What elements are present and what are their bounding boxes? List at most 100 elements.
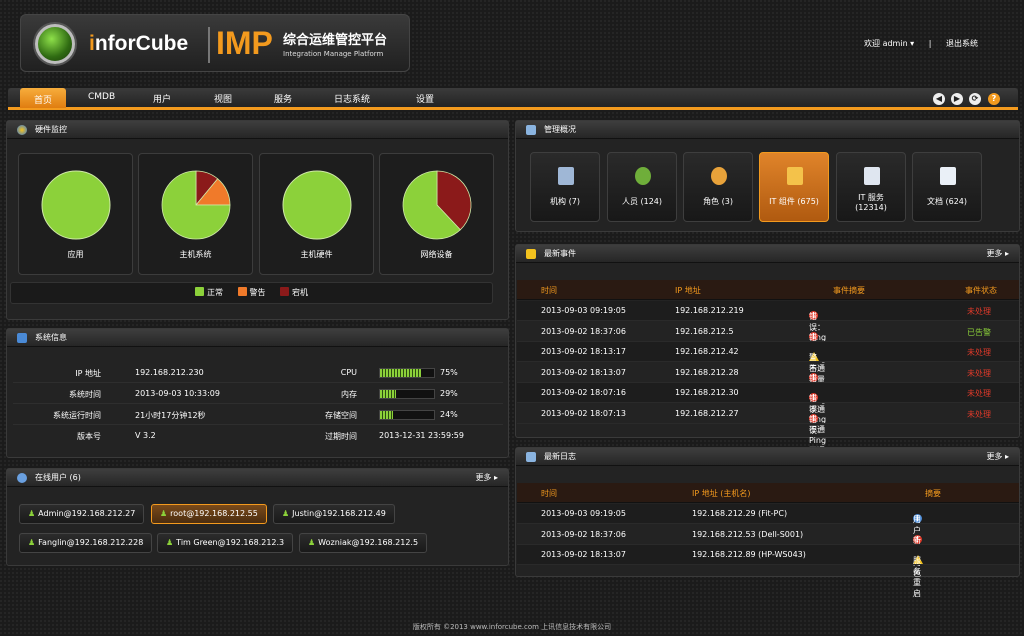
event-time: 2013-09-02 18:37:06 bbox=[541, 326, 626, 336]
event-ip: 192.168.212.27 bbox=[675, 409, 739, 418]
nav-home[interactable]: 首页 bbox=[20, 88, 67, 108]
event-ip: 192.168.212.5 bbox=[675, 326, 734, 336]
log-time: 2013-09-02 18:13:07 bbox=[541, 550, 626, 560]
service-doc-icon bbox=[864, 167, 880, 185]
boxes-icon bbox=[787, 167, 803, 185]
online-user[interactable]: ♟ root@192.168.212.55 bbox=[151, 504, 267, 524]
column-header: 事件摘要 bbox=[833, 286, 865, 295]
nav-settings[interactable]: 设置 bbox=[416, 92, 434, 105]
pie-label: 网络设备 bbox=[420, 250, 453, 259]
panel-title: 最新事件 bbox=[544, 249, 576, 258]
pie-label: 应用 bbox=[67, 250, 84, 259]
online-user[interactable]: ♟ Justin@192.168.212.49 bbox=[273, 504, 395, 524]
event-row[interactable]: 2013-09-02 18:07:13 192.168.212.27! 错误：Pin… bbox=[517, 404, 1019, 455]
pie-card[interactable]: 主机硬件 bbox=[259, 153, 374, 275]
overview-org[interactable]: 机构 (7) bbox=[530, 152, 600, 222]
pie-slice-normal bbox=[41, 170, 111, 240]
footer-copyright: 版权所有 ©2013 www.inforcube.com 上讯信息技术有限公司 bbox=[412, 623, 612, 631]
arrow-left-icon[interactable]: ◀ bbox=[933, 93, 945, 105]
event-row[interactable]: 2013-09-02 18:13:07192.168.212.28!错误：Pin… bbox=[517, 363, 1019, 414]
logout-link[interactable]: 退出系统 bbox=[946, 39, 978, 48]
info-key: 系统运行时间 bbox=[53, 411, 101, 420]
log-time: 2013-09-02 18:37:06 bbox=[541, 529, 626, 539]
arrow-right-icon[interactable]: ▶ bbox=[951, 93, 963, 105]
help-icon[interactable]: ? bbox=[988, 93, 1000, 105]
nav-services[interactable]: 服务 bbox=[274, 92, 292, 105]
nav-cmdb[interactable]: CMDB bbox=[88, 92, 115, 102]
nav-log-system[interactable]: 日志系统 bbox=[334, 92, 370, 105]
column-header: IP 地址 (主机名) bbox=[692, 489, 751, 498]
overview-roles[interactable]: 角色 (3) bbox=[683, 152, 753, 222]
overview-label: 文档 (624) bbox=[926, 197, 968, 206]
event-status: 未处理 bbox=[967, 307, 991, 316]
panel-header: 系统信息 bbox=[7, 329, 508, 347]
cpu-usage-bar bbox=[379, 368, 435, 378]
log-row[interactable]: 2013-09-02 18:13:07 192.168.212.89 (HP-WS… bbox=[517, 545, 1019, 598]
main-nav: 首页 CMDB 用户 视图 服务 日志系统 设置 ◀ ▶ ⟳ ? bbox=[8, 88, 1018, 110]
column-header: 事件状态 bbox=[965, 286, 997, 295]
more-link[interactable]: 更多 ▸ bbox=[986, 245, 1009, 263]
event-ip: 192.168.212.30 bbox=[675, 388, 739, 398]
medal-icon bbox=[711, 167, 727, 185]
event-row[interactable]: 2013-09-02 18:13:17192.168.212.42警告：容量异常… bbox=[517, 342, 1019, 395]
pie-label: 主机系统 bbox=[179, 250, 212, 259]
document-icon bbox=[940, 167, 956, 185]
online-users-panel: 在线用户 (6) 更多 ▸ ♟ Admin@192.168.212.27 ♟ roo… bbox=[6, 468, 509, 566]
nav-views[interactable]: 视图 bbox=[214, 92, 232, 105]
header-divider: | bbox=[928, 39, 932, 48]
panel-title: 系统信息 bbox=[35, 333, 67, 342]
system-icon bbox=[17, 333, 27, 343]
more-link[interactable]: 更多 ▸ bbox=[475, 469, 498, 487]
log-ip: 192.168.212.53 (Dell-S001) bbox=[692, 529, 804, 539]
event-time: 2013-09-02 18:13:17 bbox=[541, 347, 626, 357]
log-row[interactable]: 2013-09-03 09:19:05 192.168.212.29 (Fit-P… bbox=[517, 504, 1019, 557]
users-icon bbox=[17, 473, 27, 483]
column-header: IP 地址 bbox=[675, 286, 701, 295]
info-value: 2013-12-31 23:59:59 bbox=[379, 431, 464, 440]
event-status: 未处理 bbox=[967, 410, 991, 419]
online-user[interactable]: ♟ Admin@192.168.212.27 bbox=[19, 504, 145, 524]
info-key: 过期时间 bbox=[325, 432, 357, 441]
legend-down: 宕机 bbox=[280, 283, 308, 303]
logo: inforCube IMP 综合运维管控平台 Integration Manag… bbox=[20, 14, 410, 72]
panel-header: 最新日志 更多 ▸ bbox=[516, 448, 1019, 466]
info-key: 存储空间 bbox=[325, 411, 357, 420]
info-key: 内存 bbox=[341, 390, 357, 399]
panel-title: 在线用户 (6) bbox=[35, 473, 81, 482]
more-link[interactable]: 更多 ▸ bbox=[986, 448, 1009, 466]
overview-label: IT 服务 (12314) bbox=[855, 193, 887, 212]
overview-it-components[interactable]: IT 组件 (675) bbox=[759, 152, 829, 222]
overview-people[interactable]: 人员 (124) bbox=[607, 152, 677, 222]
event-status: 未处理 bbox=[967, 348, 991, 358]
log-row[interactable]: 2013-09-02 18:37:06 192.168.212.53 (Dell-… bbox=[517, 525, 1019, 578]
online-user[interactable]: ♟ Fanglin@192.168.212.228 bbox=[19, 533, 153, 553]
info-key: CPU bbox=[340, 368, 357, 377]
pie-label: 主机硬件 bbox=[300, 250, 333, 259]
refresh-icon[interactable]: ⟳ bbox=[969, 93, 981, 105]
brand-name: inforCube bbox=[89, 32, 189, 55]
info-key: 版本号 bbox=[77, 432, 101, 441]
logs-table-header: 时间 IP 地址 (主机名) 摘要 bbox=[517, 483, 1019, 503]
events-icon bbox=[526, 249, 536, 259]
user-icon: ♟ bbox=[282, 509, 290, 518]
memory-percent: 29% bbox=[440, 389, 458, 398]
globe-logo-icon bbox=[35, 24, 75, 64]
event-row[interactable]: 2013-09-02 18:37:06192.168.212.5!错误：Ping… bbox=[517, 322, 1019, 373]
info-value: 192.168.212.230 bbox=[135, 368, 204, 377]
info-value: 21小时17分钟12秒 bbox=[135, 411, 206, 420]
online-user[interactable]: ♟ Tim Green@192.168.212.3 bbox=[157, 533, 294, 553]
pie-card[interactable]: 主机系统 bbox=[138, 153, 253, 275]
online-user[interactable]: ♟ Wozniak@192.168.212.5 bbox=[299, 533, 428, 553]
pie-card[interactable]: 应用 bbox=[18, 153, 133, 275]
overview-it-services[interactable]: IT 服务 (12314) bbox=[836, 152, 906, 222]
event-row[interactable]: 2013-09-02 18:07:16192.168.212.30!错误：Pin… bbox=[517, 383, 1019, 434]
event-row[interactable]: 2013-09-03 09:19:05192.168.212.219!错误：Pi… bbox=[517, 301, 1019, 352]
pie-card[interactable]: 网络设备 bbox=[379, 153, 494, 275]
welcome-user-menu[interactable]: 欢迎 admin ▾ bbox=[864, 39, 914, 48]
status-pie-chart bbox=[41, 170, 111, 240]
user-icon: ♟ bbox=[28, 509, 36, 518]
panel-header: 最新事件 更多 ▸ bbox=[516, 245, 1019, 263]
monitor-icon bbox=[17, 125, 27, 135]
overview-documents[interactable]: 文档 (624) bbox=[912, 152, 982, 222]
nav-users[interactable]: 用户 bbox=[153, 92, 171, 105]
